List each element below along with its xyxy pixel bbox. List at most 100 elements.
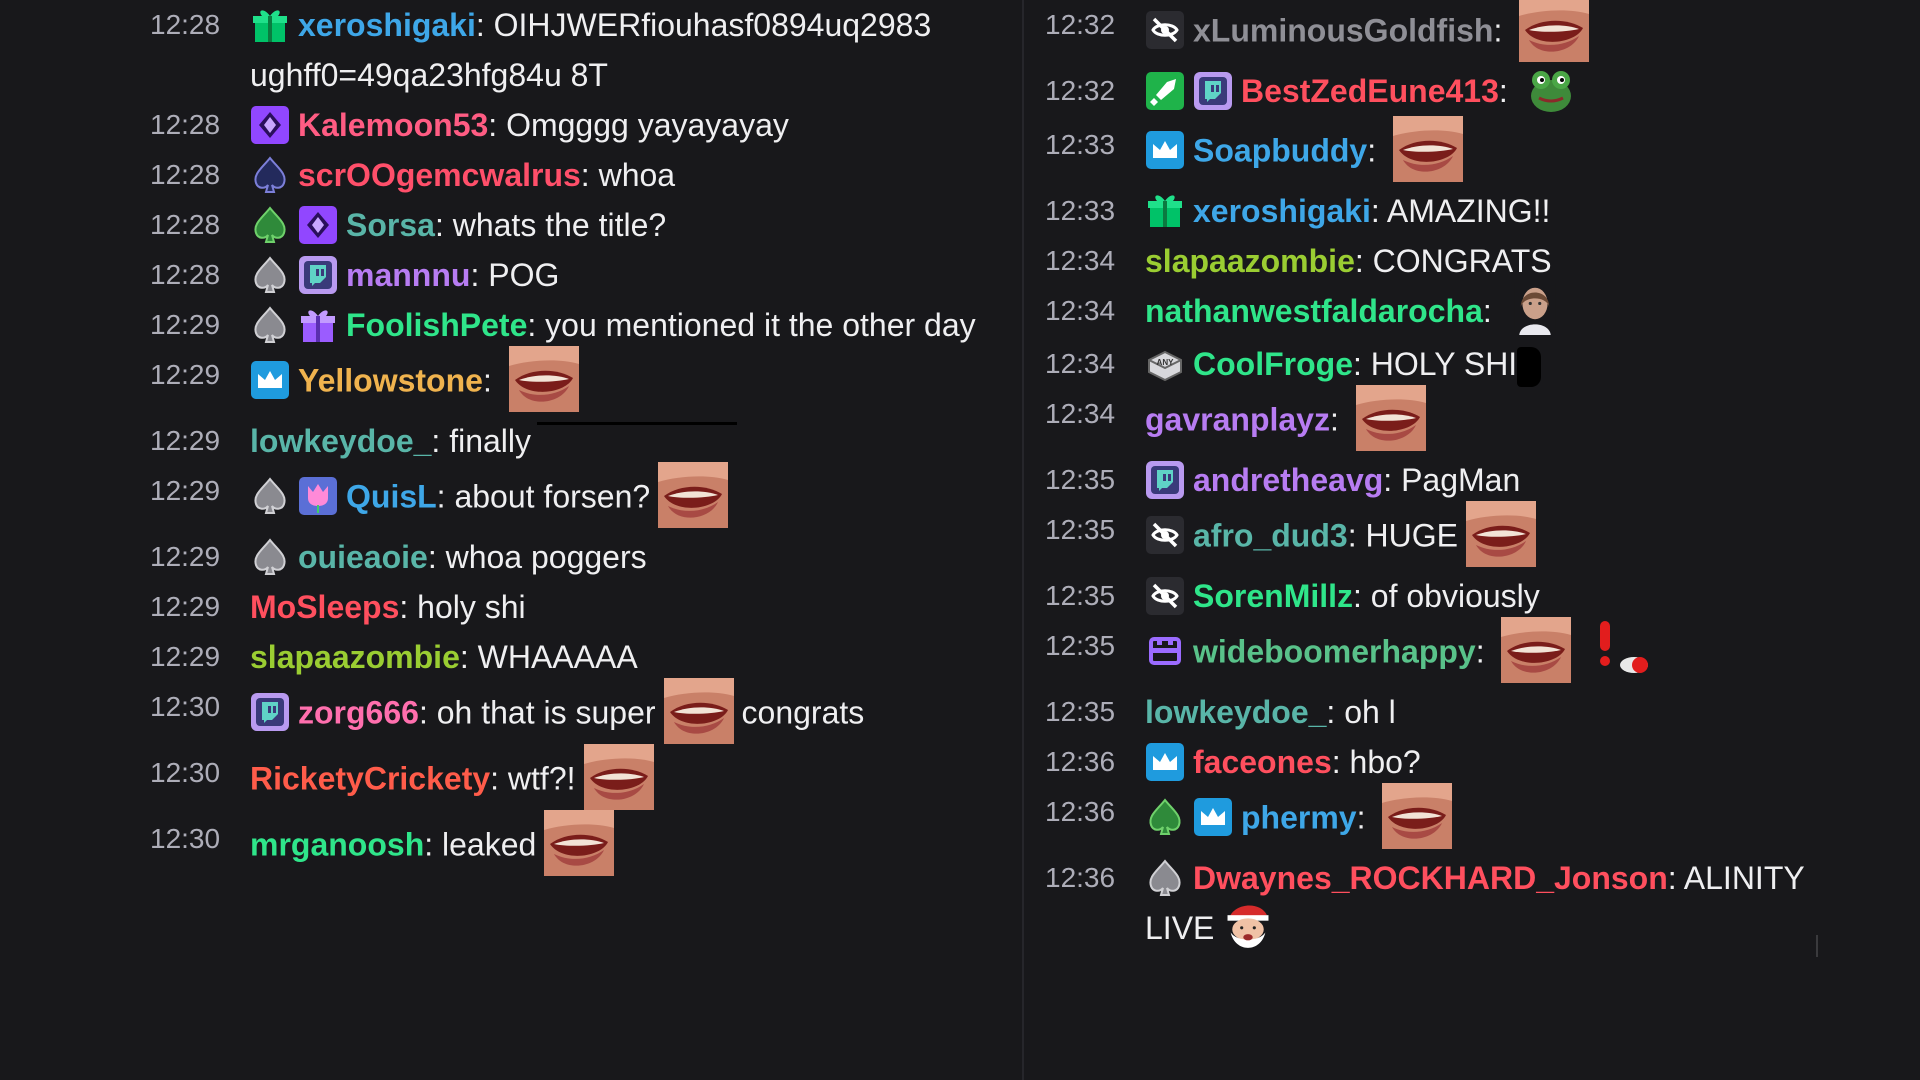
green-spade-badge-icon[interactable]	[1145, 797, 1185, 837]
no-audio-badge-icon[interactable]	[1145, 515, 1185, 555]
username[interactable]: BestZedEune413	[1241, 73, 1499, 109]
glitch-badge-icon[interactable]	[250, 692, 290, 732]
scrollbar-mark[interactable]	[1816, 935, 1818, 957]
username[interactable]: mannnu	[346, 257, 470, 293]
username-separator: :	[1326, 694, 1345, 731]
chat-message: 12:28 Kalemoon53: Omgggg yayayayay	[150, 100, 1000, 150]
username[interactable]: scrOOgemcwalrus	[298, 157, 581, 193]
grey-spade-badge-icon[interactable]	[250, 537, 290, 577]
username[interactable]: QuisL	[346, 478, 437, 514]
username[interactable]: xeroshigaki	[1193, 193, 1371, 229]
no-audio-badge-icon[interactable]	[1145, 10, 1185, 50]
username[interactable]: MoSleeps	[250, 589, 399, 625]
message-body: BestZedEune413:	[1145, 66, 1865, 120]
username[interactable]: lowkeydoe_	[1145, 694, 1326, 730]
username[interactable]: Dwaynes_ROCKHARD_Jonson	[1193, 860, 1668, 896]
chat-message: 12:35 afro_dud3: HUGE	[1045, 501, 1865, 571]
face-emote-icon[interactable]	[663, 678, 734, 744]
message-timestamp: 12:30	[150, 757, 221, 788]
message-body: nathanwestfaldarocha:	[1145, 283, 1865, 340]
crown-badge-icon[interactable]	[1145, 130, 1185, 170]
glitch-badge-icon[interactable]	[298, 255, 338, 295]
santa-emote-icon[interactable]	[1222, 901, 1274, 953]
dark-spade-badge-icon[interactable]	[250, 155, 290, 195]
chat-message: 12:28 Sorsa: whats the title?	[150, 200, 1000, 250]
chat-message: 12:30 zorg666: oh that is super congrats	[150, 678, 1000, 748]
face-emote-icon[interactable]	[1382, 783, 1453, 850]
chat-message: 12:29 ouieaoie: whoa poggers	[150, 532, 1000, 582]
tulip-badge-icon[interactable]	[298, 476, 338, 516]
message-text: PagMan	[1401, 462, 1521, 499]
username[interactable]: faceones	[1193, 744, 1332, 780]
username[interactable]: Soapbuddy	[1193, 132, 1367, 168]
username-separator: :	[482, 362, 501, 399]
glitch-badge-icon[interactable]	[1193, 71, 1233, 111]
purple-diamond-badge-icon[interactable]	[298, 205, 338, 245]
message-timestamp: 12:28	[150, 209, 221, 240]
message-body: afro_dud3: HUGE	[1145, 501, 1865, 571]
username[interactable]: gavranplayz	[1145, 402, 1330, 438]
purple-gift-badge-icon[interactable]	[298, 305, 338, 345]
username[interactable]: nathanwestfaldarocha	[1145, 293, 1483, 329]
username[interactable]: phermy	[1241, 800, 1357, 836]
message-timestamp: 12:36	[1045, 746, 1116, 778]
face-emote-icon[interactable]	[508, 346, 579, 412]
face-emote-icon[interactable]	[1501, 617, 1572, 684]
grey-spade-badge-icon[interactable]	[250, 305, 290, 345]
face-emote-icon[interactable]	[1355, 385, 1426, 452]
face-emote-icon[interactable]	[658, 462, 729, 528]
black-mark-emote-icon[interactable]	[1517, 346, 1542, 387]
green-spade-badge-icon[interactable]	[250, 205, 290, 245]
username[interactable]: Yellowstone	[298, 362, 483, 398]
username[interactable]: RicketyCrickety	[250, 760, 490, 796]
username[interactable]: zorg666	[298, 694, 419, 730]
gift-badge-icon[interactable]	[250, 5, 290, 45]
username[interactable]: slapaazombie	[250, 639, 460, 675]
username[interactable]: xLuminousGoldfish	[1193, 12, 1493, 48]
green-sword-badge-icon[interactable]	[1145, 71, 1185, 111]
message-body: MoSleeps: holy shi	[250, 582, 1000, 632]
gift-badge-icon[interactable]	[1145, 190, 1185, 230]
username[interactable]: andretheavg	[1193, 462, 1383, 498]
username[interactable]: mrganoosh	[250, 826, 424, 862]
message-body: slapaazombie: WHAAAAA	[250, 632, 1000, 682]
crown-badge-icon[interactable]	[250, 360, 290, 400]
grey-spade-badge-icon[interactable]	[1145, 858, 1185, 898]
message-text: HOLY SHI	[1370, 346, 1518, 383]
face-emote-icon[interactable]	[1519, 0, 1590, 62]
face-emote-icon[interactable]	[583, 744, 654, 810]
crown-badge-icon[interactable]	[1145, 742, 1185, 782]
grey-spade-badge-icon[interactable]	[250, 476, 290, 516]
face-emote-icon[interactable]	[1393, 115, 1463, 182]
username-separator: :	[1493, 12, 1512, 49]
glitch-badge-icon[interactable]	[1145, 460, 1185, 500]
crown-badge-icon[interactable]	[1193, 797, 1233, 837]
username[interactable]: wideboomerhappy	[1193, 634, 1476, 670]
exclamation-emote-icon[interactable]	[1587, 617, 1657, 683]
username[interactable]: ouieaoie	[298, 539, 428, 575]
frog-emote-icon[interactable]	[1525, 64, 1577, 116]
any-key-badge-icon[interactable]: ANY	[1145, 344, 1185, 384]
face-emote-icon[interactable]	[544, 810, 615, 876]
portrait-emote-icon[interactable]	[1509, 283, 1561, 336]
username[interactable]: Kalemoon53	[298, 107, 488, 143]
username[interactable]: CoolFroge	[1193, 346, 1353, 382]
grey-spade-badge-icon[interactable]	[250, 255, 290, 295]
username[interactable]: afro_dud3	[1193, 518, 1348, 554]
message-timestamp: 12:29	[150, 425, 221, 456]
username[interactable]: SorenMillz	[1193, 578, 1353, 614]
message-body: xLuminousGoldfish:	[1145, 0, 1865, 66]
username-separator: :	[1667, 860, 1684, 897]
username[interactable]: Sorsa	[346, 207, 435, 243]
username-separator: :	[1370, 192, 1387, 229]
username[interactable]: slapaazombie	[1145, 243, 1355, 279]
username[interactable]: lowkeydoe_	[250, 423, 431, 459]
username[interactable]: FoolishPete	[346, 307, 527, 343]
face-emote-icon[interactable]	[1465, 501, 1536, 568]
purple-bits-badge-icon[interactable]	[1145, 631, 1185, 671]
purple-diamond-badge-icon[interactable]	[250, 105, 290, 145]
username[interactable]: xeroshigaki	[298, 7, 476, 43]
message-timestamp: 12:32	[1045, 75, 1116, 106]
no-audio-badge-icon[interactable]	[1145, 576, 1185, 616]
message-timestamp: 12:35	[1045, 580, 1116, 612]
